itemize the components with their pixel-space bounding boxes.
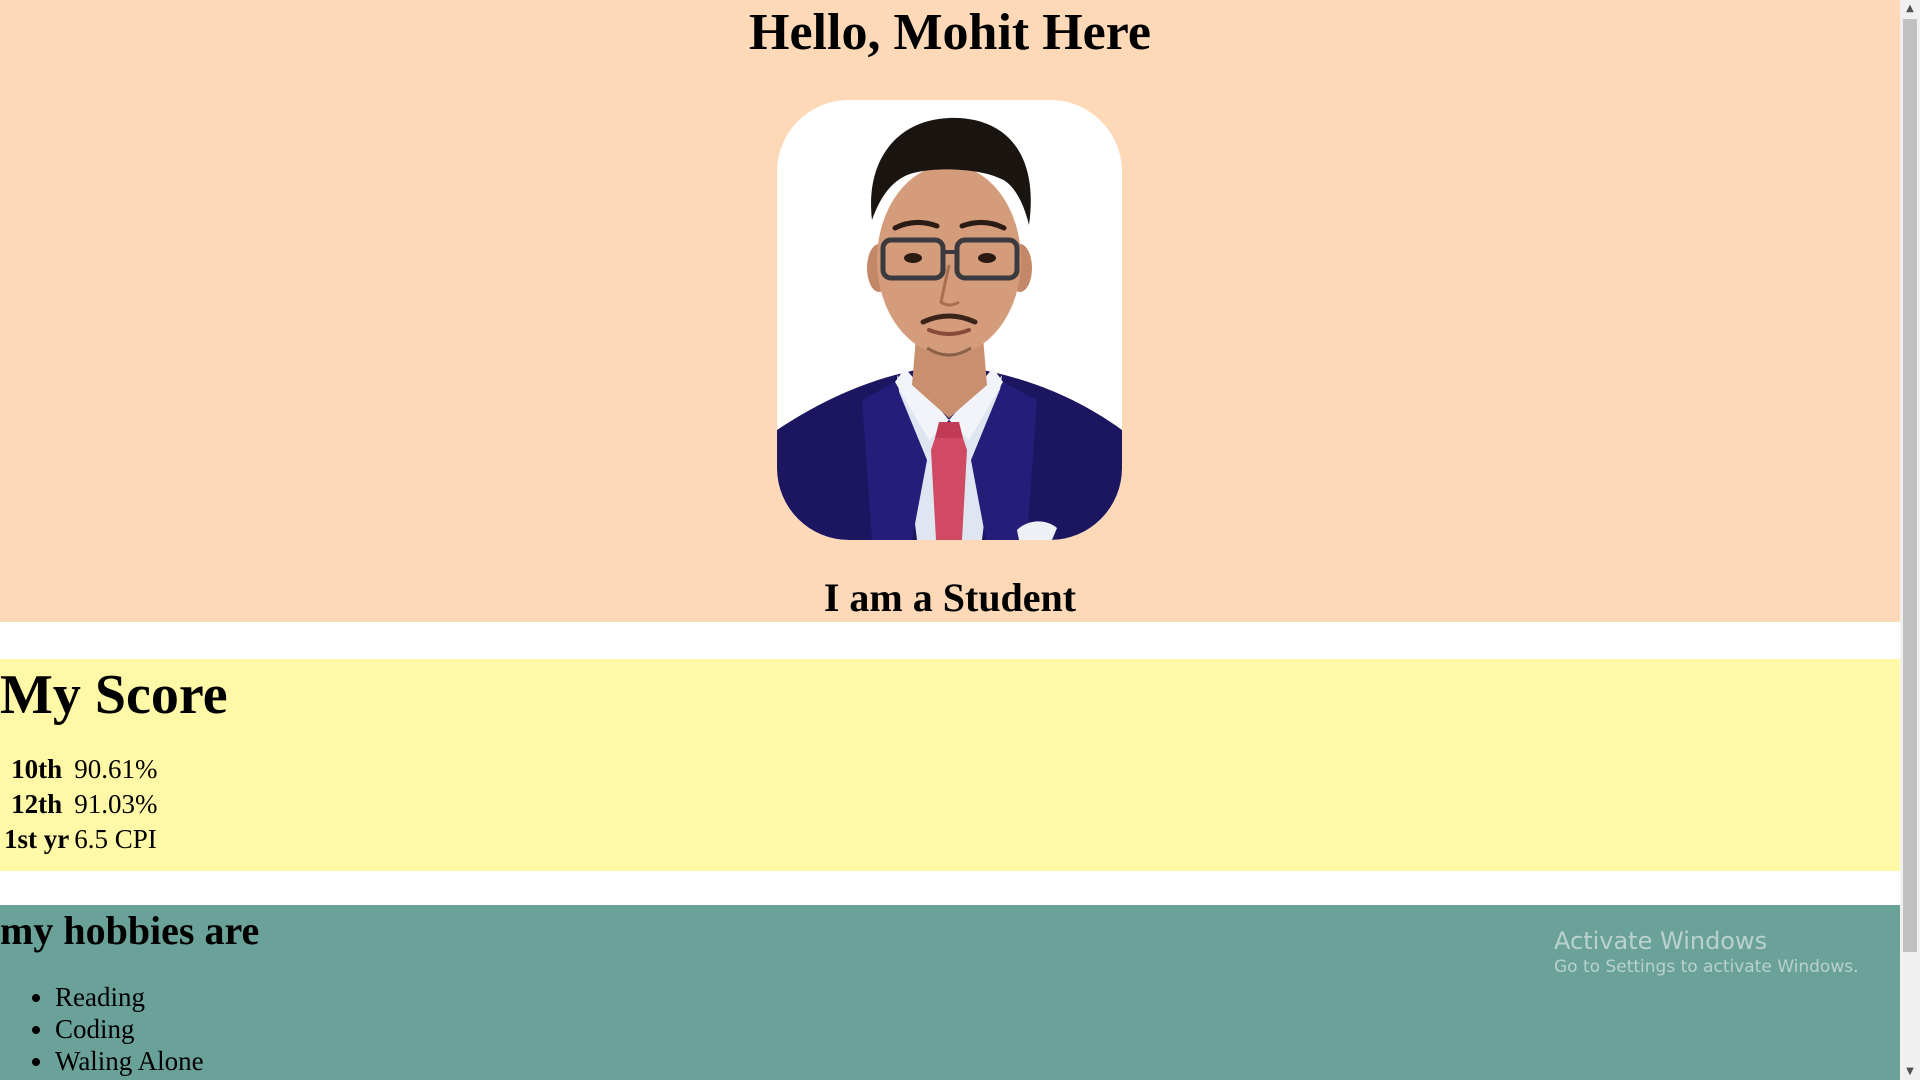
hobbies-list: Reading Coding Waling Alone xyxy=(0,981,1900,1077)
scroll-down-icon[interactable]: ▼ xyxy=(1900,1063,1920,1080)
score-label: 10th xyxy=(11,754,63,784)
scroll-up-icon[interactable]: ▲ xyxy=(1900,0,1920,17)
intro-section: Hello, Mohit Here I am a Student xyxy=(0,0,1900,622)
page: Hello, Mohit Here I am a Student My Scor… xyxy=(0,0,1900,1080)
score-table: 10th 90.61% 12th 91.03% 1st yr 6.5 CPI xyxy=(0,751,161,858)
vertical-scrollbar[interactable]: ▲ ▼ xyxy=(1900,0,1920,1080)
score-label: 12th xyxy=(11,789,63,819)
list-item: Coding xyxy=(55,1013,1900,1045)
list-item: Waling Alone xyxy=(55,1045,1900,1077)
hobbies-section: my hobbies are Reading Coding Waling Alo… xyxy=(0,905,1900,1080)
tagline: I am a Student xyxy=(823,575,1077,620)
score-section: My Score 10th 90.61% 12th 91.03% 1st yr … xyxy=(0,659,1900,871)
activation-watermark: Activate Windows Go to Settings to activ… xyxy=(1554,926,1859,978)
profile-photo xyxy=(777,100,1122,540)
table-row: 12th 91.03% xyxy=(3,788,158,821)
watermark-title: Activate Windows xyxy=(1554,927,1768,955)
score-value: 91.03% xyxy=(74,789,158,819)
scrollbar-thumb[interactable] xyxy=(1903,19,1917,952)
list-item: Reading xyxy=(55,981,1900,1013)
score-label: 1st yr xyxy=(4,824,70,854)
score-value: 90.61% xyxy=(74,754,158,784)
table-row: 10th 90.61% xyxy=(3,753,158,786)
score-value: 6.5 CPI xyxy=(74,824,157,854)
score-title: My Score xyxy=(0,664,228,726)
table-row: 1st yr 6.5 CPI xyxy=(3,823,158,856)
page-title: Hello, Mohit Here xyxy=(749,4,1151,61)
watermark-subtitle: Go to Settings to activate Windows. xyxy=(1554,957,1859,977)
